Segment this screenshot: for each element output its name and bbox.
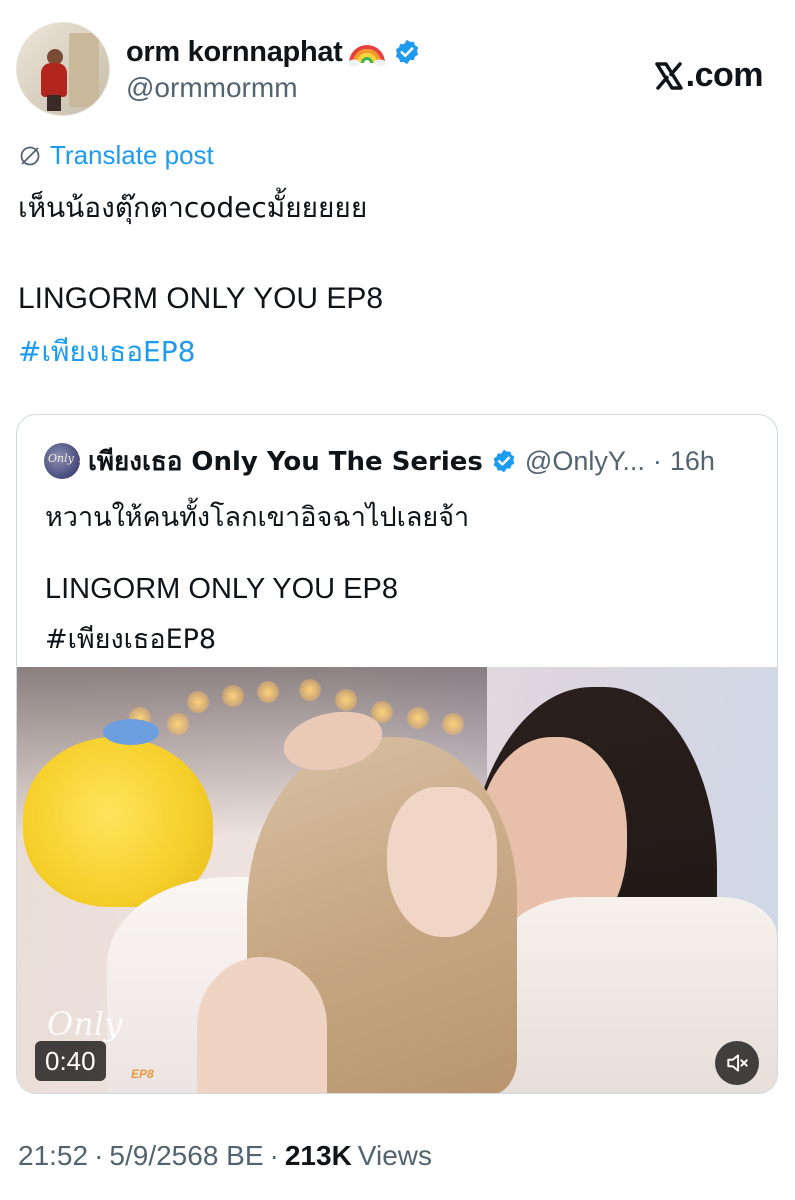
video-player[interactable]: Only EP8 0:40 bbox=[17, 667, 777, 1093]
avatar-figure-body bbox=[41, 63, 67, 97]
plush-toy-bow bbox=[103, 719, 159, 745]
post-time[interactable]: 21:52 bbox=[18, 1140, 88, 1172]
avatar-background-door bbox=[69, 33, 99, 107]
video-watermark: Only bbox=[47, 1005, 123, 1043]
author-avatar[interactable] bbox=[16, 22, 110, 116]
mute-button[interactable] bbox=[715, 1041, 759, 1085]
post-text-title: LINGORM ONLY YOU EP8 bbox=[18, 282, 384, 315]
post-metadata: 21:52 · 5/9/2568 BE · 213K Views bbox=[18, 1140, 432, 1172]
quoted-hashtag: #เพียงเธอEP8 bbox=[45, 624, 217, 655]
separator-dot: · bbox=[269, 1140, 279, 1171]
brand-text: .com bbox=[685, 56, 764, 94]
verified-badge-icon bbox=[393, 38, 421, 66]
bokeh-light bbox=[442, 713, 464, 735]
bokeh-light bbox=[187, 691, 209, 713]
quoted-post-header[interactable]: Only You เพียงเธอ Only You The Series @O… bbox=[44, 443, 715, 479]
author-display-name[interactable]: orm kornnaphat bbox=[126, 36, 343, 69]
person-face bbox=[387, 787, 497, 937]
bokeh-light bbox=[257, 681, 279, 703]
rainbow-icon bbox=[347, 37, 387, 67]
views-label: Views bbox=[357, 1140, 432, 1171]
author-name-row[interactable]: orm kornnaphat bbox=[126, 34, 421, 70]
plush-toy bbox=[23, 737, 213, 907]
quoted-text-line: หวานให้คนทั้งโลกเขาอิจฉาไปเลยจ้า bbox=[45, 502, 470, 533]
post-date[interactable]: 5/9/2568 BE bbox=[109, 1140, 263, 1172]
bokeh-light bbox=[407, 707, 429, 729]
author-handle[interactable]: @ormmormm bbox=[126, 72, 298, 104]
bokeh-light bbox=[335, 689, 357, 711]
translate-post-link[interactable]: Translate post bbox=[18, 140, 214, 171]
quoted-author-avatar[interactable]: Only You bbox=[44, 443, 80, 479]
video-duration-badge: 0:40 bbox=[35, 1041, 106, 1081]
quoted-author-handle[interactable]: @OnlyY... bbox=[525, 446, 645, 477]
bokeh-light bbox=[299, 679, 321, 701]
bokeh-light bbox=[167, 713, 189, 735]
separator-dot: · bbox=[652, 445, 662, 476]
post-text-line: เห็นน้องตุ๊กตาcodecมั้ยยยยย bbox=[18, 191, 368, 224]
verified-badge-icon bbox=[491, 448, 517, 474]
person-shoulder bbox=[197, 957, 327, 1093]
quoted-post-time[interactable]: 16h bbox=[670, 446, 715, 477]
quoted-post[interactable]: Only You เพียงเธอ Only You The Series @O… bbox=[16, 414, 778, 1094]
x-logo-icon bbox=[654, 61, 684, 91]
quoted-author-name[interactable]: เพียงเธอ Only You The Series bbox=[88, 441, 483, 482]
globe-icon bbox=[18, 144, 42, 168]
views-count[interactable]: 213K bbox=[285, 1140, 352, 1172]
avatar-figure-legs bbox=[47, 95, 61, 111]
video-watermark-ep: EP8 bbox=[131, 1067, 154, 1081]
quoted-avatar-text: Only You bbox=[48, 452, 80, 465]
post-header: orm kornnaphat @ormmormm .com bbox=[16, 22, 779, 118]
post-hashtag-link[interactable]: #เพียงเธอEP8 bbox=[18, 330, 195, 374]
brand-watermark: .com bbox=[654, 56, 764, 95]
translate-post-label[interactable]: Translate post bbox=[50, 140, 214, 171]
separator-dot: · bbox=[94, 1140, 104, 1171]
speaker-muted-icon bbox=[727, 1054, 748, 1072]
quoted-text-title: LINGORM ONLY YOU EP8 bbox=[45, 573, 398, 605]
bokeh-light bbox=[222, 685, 244, 707]
